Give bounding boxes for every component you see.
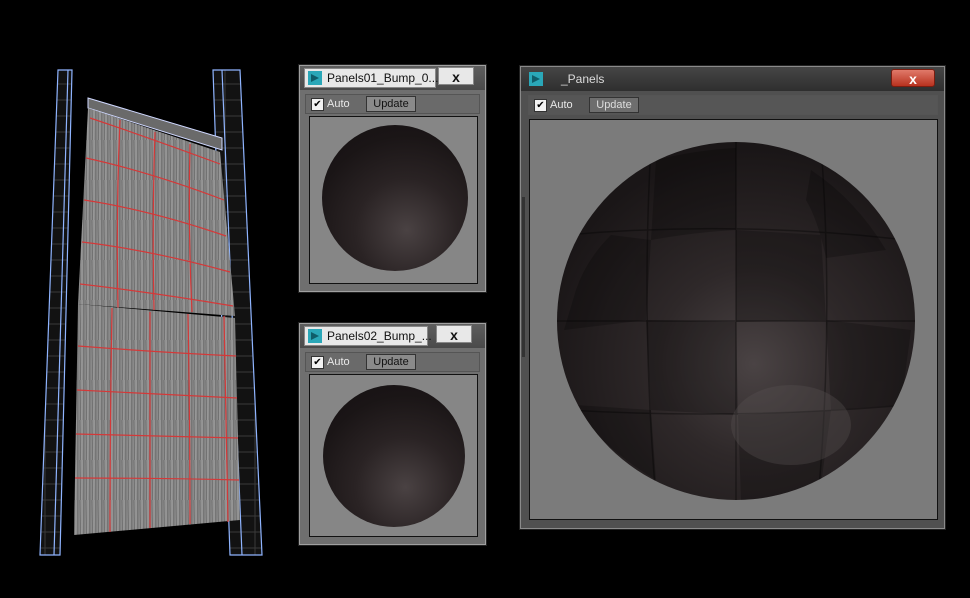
auto-checkbox[interactable]: ✔ — [534, 99, 547, 112]
title-bar[interactable]: Panels02_Bump_... x — [300, 324, 485, 348]
toolbar: ✔ Auto Update — [305, 94, 480, 114]
close-button[interactable]: x — [436, 325, 472, 343]
title-bar[interactable]: _Panels x — [521, 67, 944, 91]
scrollbar[interactable] — [522, 197, 525, 357]
material-preview-area — [309, 374, 478, 537]
toolbar: ✔ Auto Update — [528, 95, 938, 115]
close-icon: x — [450, 327, 458, 343]
toolbar: ✔ Auto Update — [305, 352, 480, 372]
left-rail — [39, 69, 73, 556]
material-sphere — [323, 385, 465, 527]
update-button[interactable]: Update — [366, 96, 416, 112]
3dsmax-icon — [529, 72, 543, 86]
material-preview-window-panels[interactable]: _Panels x ✔ Auto Update — [520, 66, 945, 529]
viewport-3d-mesh[interactable] — [30, 60, 270, 560]
checkbox-checked-icon: ✔ — [313, 357, 322, 368]
title-tab: Panels02_Bump_... — [304, 326, 432, 346]
material-preview-area — [529, 119, 938, 520]
auto-label: Auto — [327, 356, 350, 368]
material-sphere — [322, 125, 468, 271]
window-title: Panels01_Bump_0... — [327, 71, 439, 85]
update-button[interactable]: Update — [366, 354, 416, 370]
checkbox-checked-icon: ✔ — [536, 100, 545, 111]
auto-checkbox[interactable]: ✔ — [311, 356, 324, 369]
checkbox-checked-icon: ✔ — [313, 99, 322, 110]
auto-checkbox[interactable]: ✔ — [311, 98, 324, 111]
material-preview-window-panels02[interactable]: Panels02_Bump_... x ✔ Auto Update — [299, 323, 486, 545]
update-button[interactable]: Update — [589, 97, 639, 113]
close-button[interactable]: x — [438, 67, 474, 85]
material-sphere — [557, 142, 915, 500]
3dsmax-icon — [308, 329, 322, 343]
material-preview-window-panels01[interactable]: Panels01_Bump_0... x ✔ Auto Update — [299, 65, 486, 292]
3dsmax-icon — [308, 71, 322, 85]
window-title: Panels02_Bump_... — [327, 329, 432, 343]
auto-label: Auto — [550, 99, 573, 111]
window-title: _Panels — [561, 72, 605, 86]
title-bar[interactable]: Panels01_Bump_0... x — [300, 66, 485, 90]
lower-plank — [74, 304, 240, 535]
auto-label: Auto — [327, 98, 350, 110]
close-icon: x — [452, 69, 460, 85]
close-button[interactable]: x — [891, 69, 935, 87]
material-preview-area — [309, 116, 478, 284]
close-icon: x — [909, 71, 917, 87]
title-tab: Panels01_Bump_0... — [304, 68, 439, 88]
